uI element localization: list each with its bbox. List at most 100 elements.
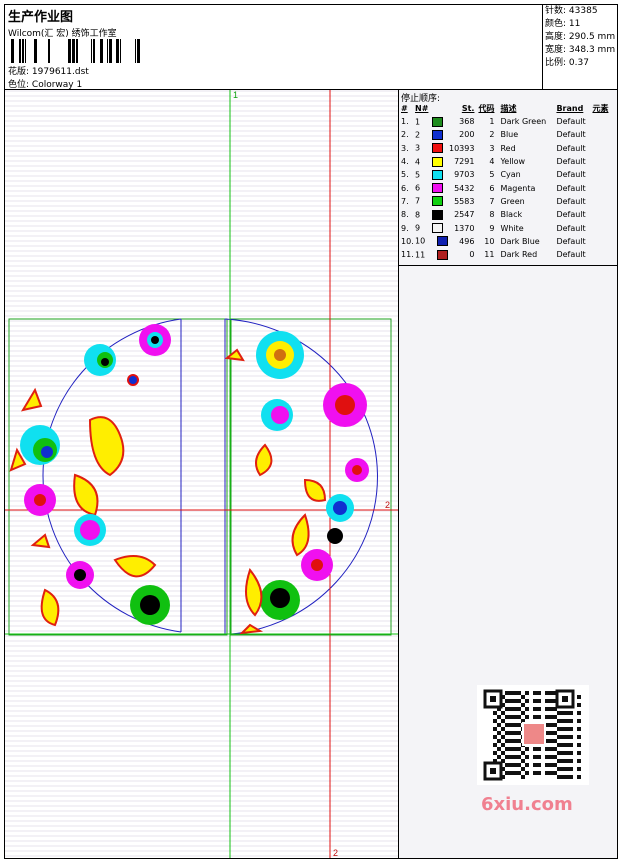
row-needle: 5	[415, 168, 449, 181]
guide-label-v1: 1	[233, 90, 238, 100]
row-description: Cyan	[500, 170, 521, 180]
color-swatch-icon	[431, 169, 443, 180]
col-code: 代码	[478, 104, 495, 113]
row-index: 3.	[401, 143, 409, 153]
table-row: 5. 5 9703 5 Cyan Default	[401, 168, 615, 181]
guide-label-h2: 2	[385, 500, 390, 510]
table-row: 1. 1 368 1 Dark Green Default	[401, 115, 615, 128]
color-swatch-icon	[431, 209, 443, 220]
row-code: 7	[489, 196, 495, 206]
row-stitches: 1370	[454, 223, 475, 233]
design-preview[interactable]: 1 2 2	[5, 90, 399, 858]
row-description: Black	[500, 210, 523, 220]
embroidery-preview: 1 2 2	[5, 90, 398, 858]
row-brand: Default	[556, 196, 586, 206]
col-description: 描述	[500, 104, 517, 113]
color-swatch-icon	[431, 196, 443, 207]
table-row: 4. 4 7291 4 Yellow Default	[401, 155, 615, 168]
row-brand: Default	[556, 143, 586, 153]
row-index: 8.	[401, 210, 409, 220]
table-header-row: # N# St. 代码 描述 Brand 元素	[401, 102, 615, 115]
left-motif-group	[9, 324, 171, 627]
row-stitches: 5432	[454, 183, 475, 193]
col-index: #	[401, 104, 408, 113]
row-needle: 8	[415, 208, 449, 221]
row-brand: Default	[556, 236, 586, 246]
row-needle: 7	[415, 195, 449, 208]
row-element	[592, 155, 615, 168]
row-element	[592, 168, 615, 181]
row-needle: 11	[415, 248, 449, 261]
row-needle: 3	[415, 142, 449, 155]
stat-height: 高度: 290.5 mm	[545, 32, 616, 42]
company-name: Wilcom(汇 宏) 绣饰工作室	[8, 29, 117, 39]
row-stitches: 7291	[454, 157, 475, 167]
color-swatch-icon	[431, 143, 443, 154]
row-code: 8	[489, 210, 495, 220]
row-code: 1	[489, 117, 495, 127]
row-index: 10.	[401, 236, 414, 246]
col-needle: N#	[415, 104, 429, 113]
row-brand: Default	[556, 250, 586, 260]
row-element	[592, 195, 615, 208]
row-code: 10	[484, 236, 495, 246]
worksheet-frame: 生产作业图 Wilcom(汇 宏) 绣饰工作室 花版: 1979611.dst …	[4, 4, 618, 859]
row-brand: Default	[556, 210, 586, 220]
table-row: 6. 6 5432 6 Magenta Default	[401, 181, 615, 194]
row-stitches: 9703	[454, 170, 475, 180]
color-swatch-icon	[436, 249, 448, 260]
col-brand: Brand	[556, 104, 584, 113]
watermark-text: 6xiu.com	[481, 794, 573, 815]
color-swatch-icon	[431, 116, 443, 127]
col-element: 元素	[592, 104, 609, 113]
row-code: 2	[489, 130, 495, 140]
row-element	[592, 248, 615, 261]
row-stitches: 200	[459, 130, 475, 140]
row-index: 7.	[401, 196, 409, 206]
table-row: 3. 3 10393 3 Red Default	[401, 142, 615, 155]
row-code: 3	[489, 143, 495, 153]
page-title: 生产作业图	[8, 10, 74, 25]
row-brand: Default	[556, 130, 586, 140]
row-index: 9.	[401, 223, 409, 233]
row-stitches: 2547	[454, 210, 475, 220]
row-index: 4.	[401, 157, 409, 167]
design-stats: 针数: 43385 颜色: 11 高度: 290.5 mm 宽度: 348.3 …	[542, 5, 617, 89]
row-description: Dark Red	[500, 250, 538, 260]
right-motif-group	[224, 331, 369, 635]
stat-colors: 颜色: 11	[545, 19, 581, 29]
color-swatch-icon	[431, 223, 443, 234]
left-bounding-box	[8, 318, 228, 636]
row-brand: Default	[556, 157, 586, 167]
guide-label-v2: 2	[333, 848, 338, 858]
qr-code	[477, 685, 589, 785]
row-brand: Default	[556, 117, 586, 127]
row-index: 11.	[401, 250, 414, 260]
row-needle: 1	[415, 115, 449, 128]
row-index: 2.	[401, 130, 409, 140]
table-row: 10. 10 496 10 Dark Blue Default	[401, 235, 615, 248]
row-description: White	[500, 223, 524, 233]
row-brand: Default	[556, 170, 586, 180]
row-brand: Default	[556, 183, 586, 193]
colorway-row: 色位: Colorway 1	[8, 77, 82, 90]
table-row: 8. 8 2547 8 Black Default	[401, 208, 615, 221]
row-code: 9	[489, 223, 495, 233]
row-index: 5.	[401, 170, 409, 180]
row-code: 4	[489, 157, 495, 167]
table-row: 2. 2 200 2 Blue Default	[401, 128, 615, 141]
col-stitches: St.	[461, 104, 475, 113]
color-sequence-table: # N# St. 代码 描述 Brand 元素 1. 1 368 1 Dark Gre…	[401, 102, 615, 261]
row-needle: 10	[415, 235, 449, 248]
row-needle: 9	[415, 221, 449, 234]
stat-stitches: 针数: 43385	[545, 6, 598, 16]
row-stitches: 368	[459, 117, 475, 127]
row-element	[592, 221, 615, 234]
row-description: Blue	[500, 130, 519, 140]
row-brand: Default	[556, 223, 586, 233]
color-swatch-icon	[431, 183, 443, 194]
table-row: 11. 11 0 11 Dark Red Default	[401, 248, 615, 261]
color-swatch-icon	[431, 156, 443, 167]
row-code: 6	[489, 183, 495, 193]
table-row: 7. 7 5583 7 Green Default	[401, 195, 615, 208]
